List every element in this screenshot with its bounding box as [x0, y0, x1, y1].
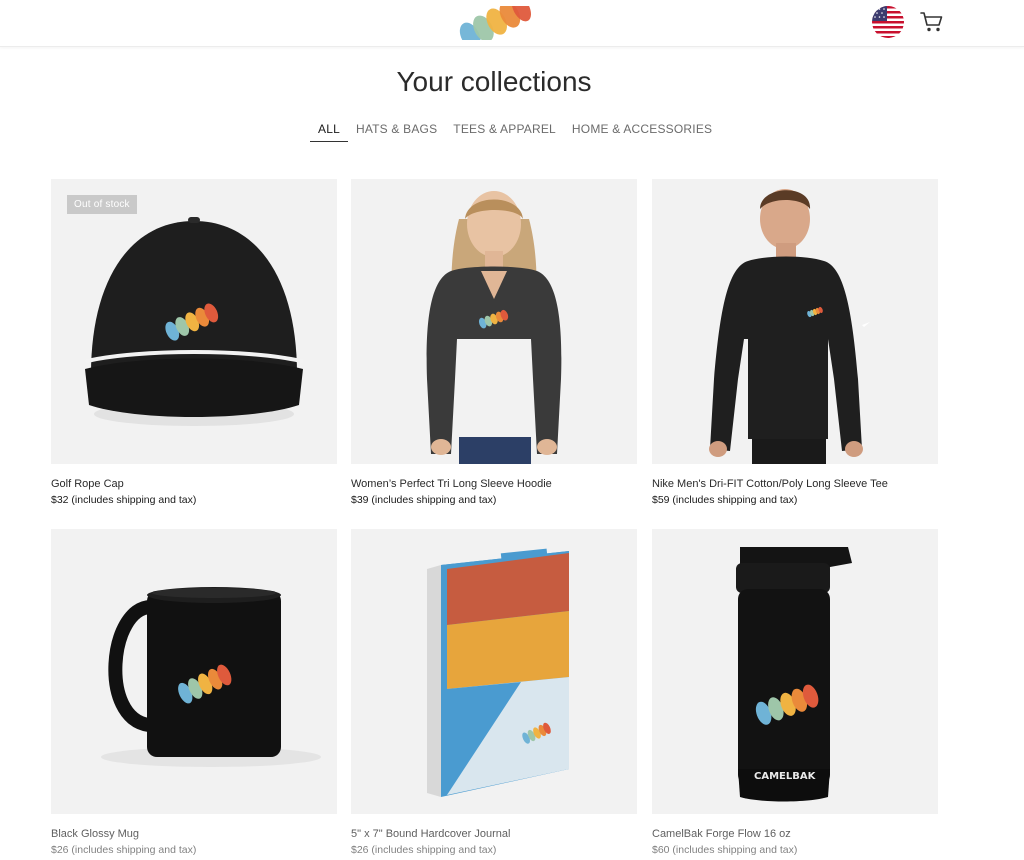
- journal-image: [427, 548, 569, 797]
- product-card-camelbak-forge[interactable]: CAMELBAK CamelBak Forge Flow 16 oz $60 (…: [652, 529, 938, 856]
- product-image[interactable]: [351, 179, 637, 464]
- tab-tees-apparel[interactable]: TEES & APPAREL: [445, 118, 564, 142]
- out-of-stock-badge: Out of stock: [67, 195, 137, 214]
- page-title: Your collections: [396, 66, 592, 97]
- product-image[interactable]: CAMELBAK: [652, 529, 938, 814]
- product-image[interactable]: [652, 179, 938, 464]
- product-card-golf-rope-cap[interactable]: Out of stock Golf Rope Cap $32 (includes…: [51, 179, 337, 506]
- bottle-image: CAMELBAK: [736, 547, 852, 802]
- product-price: $59 (includes shipping and tax): [652, 494, 798, 506]
- product-image[interactable]: Out of stock: [51, 179, 337, 464]
- shopping-cart-icon[interactable]: [920, 11, 944, 33]
- product-name[interactable]: Nike Men's Dri-FIT Cotton/Poly Long Slee…: [652, 478, 938, 490]
- product-name[interactable]: CamelBak Forge Flow 16 oz: [652, 828, 938, 840]
- product-price: $26 (includes shipping and tax): [51, 844, 197, 856]
- brushstroke-logo-icon[interactable]: [447, 6, 541, 40]
- collection-tabs: ALL HATS & BAGS TEES & APPAREL HOME & AC…: [310, 118, 720, 142]
- bottle-brand-label: CAMELBAK: [754, 771, 817, 782]
- mug-image: [101, 587, 321, 767]
- site-header: [0, 0, 1024, 47]
- product-price: $60 (includes shipping and tax): [652, 844, 798, 856]
- product-price: $39 (includes shipping and tax): [351, 494, 497, 506]
- tee-model-image: [709, 189, 870, 464]
- product-card-nike-tee[interactable]: Nike Men's Dri-FIT Cotton/Poly Long Slee…: [652, 179, 938, 506]
- cap-image: [85, 217, 303, 426]
- hoodie-model-image: [426, 191, 562, 464]
- tab-hats-bags[interactable]: HATS & BAGS: [348, 118, 445, 142]
- product-name[interactable]: Golf Rope Cap: [51, 478, 337, 490]
- tab-home-accessories[interactable]: HOME & ACCESSORIES: [564, 118, 720, 142]
- product-name[interactable]: Women’s Perfect Tri Long Sleeve Hoodie: [351, 478, 637, 490]
- tab-all[interactable]: ALL: [310, 118, 348, 142]
- product-card-hardcover-journal[interactable]: 5" x 7" Bound Hardcover Journal $26 (inc…: [351, 529, 637, 856]
- us-flag-icon[interactable]: [872, 6, 904, 38]
- product-price: $26 (includes shipping and tax): [351, 844, 497, 856]
- product-price: $32 (includes shipping and tax): [51, 494, 197, 506]
- product-image[interactable]: [51, 529, 337, 814]
- product-card-womens-hoodie[interactable]: Women’s Perfect Tri Long Sleeve Hoodie $…: [351, 179, 637, 506]
- product-card-black-glossy-mug[interactable]: Black Glossy Mug $26 (includes shipping …: [51, 529, 337, 856]
- product-name[interactable]: 5" x 7" Bound Hardcover Journal: [351, 828, 637, 840]
- product-image[interactable]: [351, 529, 637, 814]
- product-name[interactable]: Black Glossy Mug: [51, 828, 337, 840]
